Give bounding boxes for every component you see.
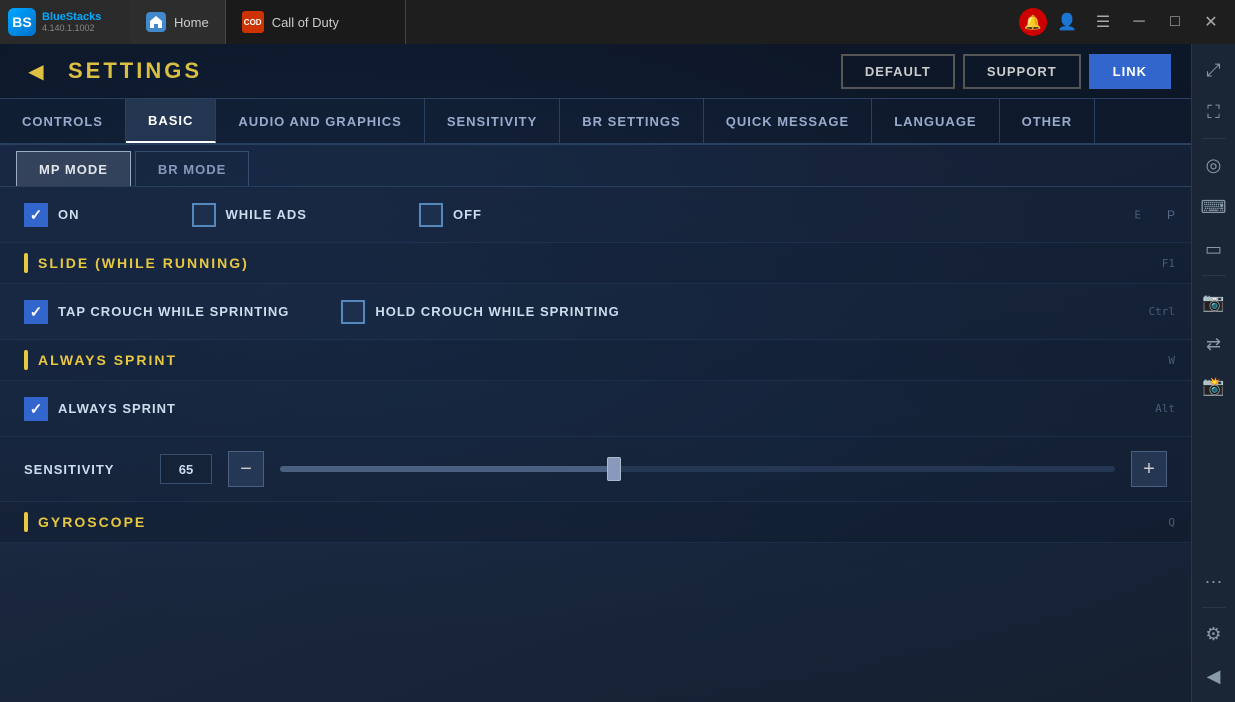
while-ads-checkbox-item[interactable]: WHILE ADS bbox=[192, 203, 307, 227]
window-controls: 🔔 👤 ☰ ─ □ ✕ bbox=[1019, 6, 1235, 38]
tap-crouch-item[interactable]: TAP CROUCH WHILE SPRINTING bbox=[24, 300, 289, 324]
screenshot-button[interactable]: 📸 bbox=[1196, 368, 1232, 404]
toggle-row: ON WHILE ADS OFF P E bbox=[0, 187, 1191, 243]
notification-icon[interactable]: 🔔 bbox=[1019, 8, 1047, 36]
crouch-row: TAP CROUCH WHILE SPRINTING HOLD CROUCH W… bbox=[0, 284, 1191, 340]
always-sprint-row: ALWAYS SPRINT Alt bbox=[0, 381, 1191, 437]
tab-basic[interactable]: BASIC bbox=[126, 99, 216, 143]
settings-scroll-area[interactable]: ON WHILE ADS OFF P E SLIDE (WHILE RUNNIN… bbox=[0, 187, 1191, 658]
header-action-buttons: DEFAULT SUPPORT LINK bbox=[841, 54, 1171, 89]
hold-crouch-item[interactable]: HOLD CROUCH WHILE SPRINTING bbox=[341, 300, 619, 324]
tab-controls[interactable]: CONTROLS bbox=[0, 99, 126, 143]
main-content: ◀ SETTINGS DEFAULT SUPPORT LINK CONTROLS… bbox=[0, 44, 1191, 702]
home-icon bbox=[146, 12, 166, 32]
slide-section-title: SLIDE (WHILE RUNNING) bbox=[38, 255, 249, 271]
maximize-button[interactable]: □ bbox=[1159, 6, 1191, 38]
sensitivity-value[interactable]: 65 bbox=[160, 454, 212, 484]
sub-tab-br-mode[interactable]: BR MODE bbox=[135, 151, 249, 186]
settings-title: SETTINGS bbox=[68, 58, 202, 84]
account-icon[interactable]: 👤 bbox=[1051, 6, 1083, 38]
tab-sensitivity[interactable]: SENSITIVITY bbox=[425, 99, 560, 143]
sidebar-back-button[interactable]: ◀ bbox=[1196, 658, 1232, 694]
section-indicator-3 bbox=[24, 512, 28, 532]
tab-br-settings[interactable]: BR SETTINGS bbox=[560, 99, 703, 143]
off-checkbox[interactable] bbox=[419, 203, 443, 227]
key-hint-f1: F1 bbox=[1162, 257, 1175, 270]
while-ads-checkbox[interactable] bbox=[192, 203, 216, 227]
tap-crouch-label: TAP CROUCH WHILE SPRINTING bbox=[58, 304, 289, 319]
bluestacks-icon: BS bbox=[8, 8, 36, 36]
always-sprint-checkbox[interactable] bbox=[24, 397, 48, 421]
sidebar-divider-1 bbox=[1202, 138, 1226, 139]
eye-button[interactable]: ◎ bbox=[1196, 147, 1232, 183]
section-indicator bbox=[24, 253, 28, 273]
app-name: BlueStacks bbox=[42, 12, 101, 23]
key-hint-alt: Alt bbox=[1155, 402, 1175, 415]
key-hint-ctrl: Ctrl bbox=[1149, 305, 1176, 318]
off-label: OFF bbox=[453, 207, 482, 222]
key-hint-e: E bbox=[1134, 208, 1141, 221]
tab-language[interactable]: LANGUAGE bbox=[872, 99, 999, 143]
tablet-button[interactable]: ▭ bbox=[1196, 231, 1232, 267]
tab-home[interactable]: Home bbox=[130, 0, 226, 44]
on-checkbox-item[interactable]: ON bbox=[24, 203, 80, 227]
always-sprint-section-title: ALWAYS SPRINT bbox=[38, 352, 177, 368]
off-checkbox-item[interactable]: OFF bbox=[419, 203, 482, 227]
camera-add-button[interactable]: 📷 bbox=[1196, 284, 1232, 320]
tab-cod-label: Call of Duty bbox=[272, 15, 339, 30]
app-logo: BS BlueStacks 4.140.1.1002 bbox=[0, 0, 130, 44]
default-button[interactable]: DEFAULT bbox=[841, 54, 955, 89]
key-hint-q: Q bbox=[1168, 516, 1175, 529]
cod-icon: COD bbox=[242, 11, 264, 33]
right-sidebar: ⤢ ⛶ ◎ ⌨ ▭ 📷 ⇄ 📸 ··· ⚙ ◀ bbox=[1191, 44, 1235, 702]
minimize-button[interactable]: ─ bbox=[1123, 6, 1155, 38]
tap-crouch-checkbox[interactable] bbox=[24, 300, 48, 324]
tab-other[interactable]: OTHER bbox=[1000, 99, 1096, 143]
tab-home-label: Home bbox=[174, 15, 209, 30]
on-checkbox[interactable] bbox=[24, 203, 48, 227]
sidebar-divider-2 bbox=[1202, 275, 1226, 276]
menu-icon[interactable]: ☰ bbox=[1087, 6, 1119, 38]
sensitivity-slider-track[interactable] bbox=[280, 466, 1115, 472]
sidebar-divider-3 bbox=[1202, 607, 1226, 608]
hold-crouch-checkbox[interactable] bbox=[341, 300, 365, 324]
always-sprint-label: ALWAYS SPRINT bbox=[58, 401, 176, 416]
tab-cod[interactable]: COD Call of Duty bbox=[226, 0, 406, 44]
close-button[interactable]: ✕ bbox=[1195, 6, 1227, 38]
while-ads-label: WHILE ADS bbox=[226, 207, 307, 222]
sensitivity-row: SENSITIVITY 65 − + bbox=[0, 437, 1191, 502]
keyboard-button[interactable]: ⌨ bbox=[1196, 189, 1232, 225]
tab-audio-graphics[interactable]: AUDIO AND GRAPHICS bbox=[216, 99, 424, 143]
support-button[interactable]: SUPPORT bbox=[963, 54, 1081, 89]
app-version: 4.140.1.1002 bbox=[42, 23, 101, 33]
always-sprint-section-header: ALWAYS SPRINT W bbox=[0, 340, 1191, 381]
nav-tabs: CONTROLS BASIC AUDIO AND GRAPHICS SENSIT… bbox=[0, 99, 1191, 145]
sub-tab-mp-mode[interactable]: MP MODE bbox=[16, 151, 131, 186]
sensitivity-slider-thumb[interactable] bbox=[607, 457, 621, 481]
gyroscope-section-title: GYROSCOPE bbox=[38, 514, 146, 530]
sensitivity-slider-fill bbox=[280, 466, 614, 472]
on-label: ON bbox=[58, 207, 80, 222]
sensitivity-label: SENSITIVITY bbox=[24, 462, 144, 477]
tab-quick-message[interactable]: QUICK MESSAGE bbox=[704, 99, 873, 143]
fullscreen-button[interactable]: ⛶ bbox=[1196, 94, 1232, 130]
sensitivity-minus-button[interactable]: − bbox=[228, 451, 264, 487]
transfer-button[interactable]: ⇄ bbox=[1196, 326, 1232, 362]
title-bar: BS BlueStacks 4.140.1.1002 Home COD Call… bbox=[0, 0, 1235, 44]
slide-section-header: SLIDE (WHILE RUNNING) F1 bbox=[0, 243, 1191, 284]
settings-header: ◀ SETTINGS DEFAULT SUPPORT LINK bbox=[0, 44, 1191, 99]
hold-crouch-label: HOLD CROUCH WHILE SPRINTING bbox=[375, 304, 619, 319]
back-button[interactable]: ◀ bbox=[20, 55, 52, 87]
sensitivity-plus-button[interactable]: + bbox=[1131, 451, 1167, 487]
expand-button[interactable]: ⤢ bbox=[1196, 52, 1232, 88]
key-hint-p: P bbox=[1167, 208, 1175, 222]
link-button[interactable]: LINK bbox=[1089, 54, 1171, 89]
gyroscope-section-header: GYROSCOPE Q bbox=[0, 502, 1191, 543]
more-button[interactable]: ··· bbox=[1196, 563, 1232, 599]
key-hint-w: W bbox=[1168, 354, 1175, 367]
always-sprint-item[interactable]: ALWAYS SPRINT bbox=[24, 397, 176, 421]
settings-button[interactable]: ⚙ bbox=[1196, 616, 1232, 652]
section-indicator-2 bbox=[24, 350, 28, 370]
sub-tabs: MP MODE BR MODE bbox=[0, 145, 1191, 187]
